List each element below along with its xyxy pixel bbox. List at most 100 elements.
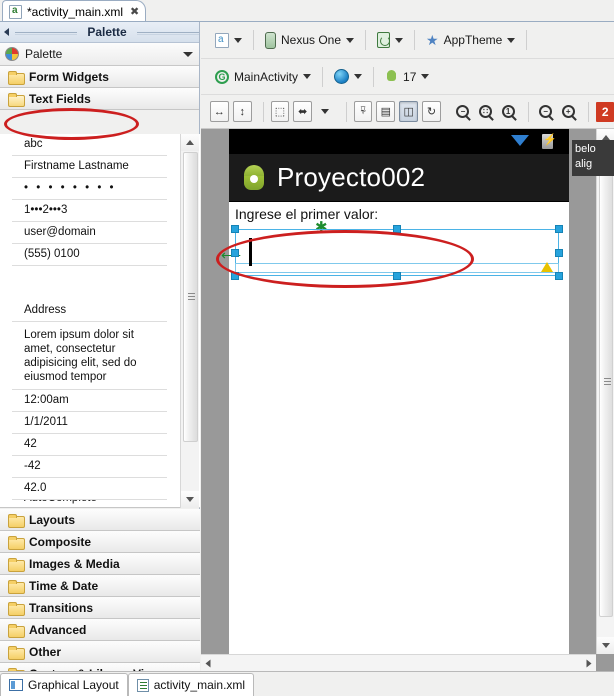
- palette-item-person-name[interactable]: Firstname Lastname: [12, 156, 167, 178]
- caret-down-icon[interactable]: [303, 74, 312, 79]
- activity-content[interactable]: Ingrese el primer valor: ✱ ⟵: [221, 202, 569, 654]
- folder-icon: [8, 535, 25, 550]
- android-icon: [385, 69, 398, 84]
- palette-disc-icon: [5, 47, 19, 61]
- eclipse-adt-window: *activity_main.xml ✖ Palette Palette For…: [0, 0, 614, 696]
- device-selector[interactable]: Nexus One: [261, 29, 358, 52]
- palette-item-time[interactable]: 12:00am: [12, 390, 167, 412]
- edit-text-widget[interactable]: ✱ ⟵: [221, 219, 563, 280]
- caret-down-icon[interactable]: [346, 37, 355, 43]
- editor-toolbar-row-1: Nexus One ★ AppTheme: [201, 22, 614, 59]
- refresh-layout-button[interactable]: ↻: [422, 101, 441, 122]
- match-height-button[interactable]: ↕: [232, 101, 252, 122]
- palette-item-autocomplete[interactable]: AutoComplete: [12, 500, 167, 507]
- caret-down-icon[interactable]: [234, 37, 242, 43]
- android-robot-icon: [241, 164, 267, 192]
- toolbar-separator: [322, 66, 324, 87]
- palette-item-number-signed[interactable]: -42: [12, 456, 167, 478]
- config-chooser-button[interactable]: [211, 30, 246, 51]
- resize-handle-top-right[interactable]: [555, 225, 563, 233]
- show-included-button[interactable]: ⬌: [293, 101, 313, 122]
- api-level-selector[interactable]: 17: [381, 67, 433, 87]
- zoom-100-button[interactable]: 1: [499, 101, 518, 122]
- warning-triangle-icon[interactable]: [541, 262, 553, 272]
- resize-handle-middle-left[interactable]: [231, 248, 239, 257]
- palette-category-advanced[interactable]: Advanced: [0, 619, 200, 641]
- editor-tab-activity-main-xml[interactable]: *activity_main.xml ✖: [2, 0, 147, 22]
- palette-item-multiline-text[interactable]: Lorem ipsum dolor sit amet, consectetur …: [12, 322, 167, 390]
- align-left-button[interactable]: ⍫: [353, 101, 373, 122]
- palette-item-date[interactable]: 1/1/2011: [12, 412, 167, 434]
- zoom-fit-button[interactable]: −: [454, 101, 473, 122]
- close-icon[interactable]: ✖: [130, 5, 139, 18]
- scroll-down-arrow-icon[interactable]: [181, 491, 199, 508]
- folder-icon: [8, 579, 25, 594]
- resize-handle-bottom-left[interactable]: [231, 272, 239, 280]
- distribute-dropdown[interactable]: [316, 101, 335, 122]
- align-selected-button[interactable]: ◫: [399, 101, 419, 122]
- resize-handle-middle-right[interactable]: [555, 248, 563, 257]
- folder-icon: [8, 623, 25, 638]
- palette-category-other[interactable]: Other: [0, 641, 200, 663]
- palette-item-plain-text[interactable]: abc: [12, 134, 167, 156]
- orientation-selector[interactable]: [373, 29, 407, 51]
- activity-selector[interactable]: G MainActivity: [211, 67, 315, 87]
- error-count-badge[interactable]: 2: [596, 101, 614, 122]
- palette-category-layouts[interactable]: Layouts: [0, 509, 200, 531]
- palette-panel-title: Palette: [87, 25, 127, 39]
- palette-scrollbar-thumb[interactable]: [183, 152, 198, 442]
- scroll-up-arrow-icon[interactable]: [181, 134, 199, 151]
- palette-item-password-numeric[interactable]: 1•••2•••3: [12, 200, 167, 222]
- align-center-button[interactable]: ▤: [376, 101, 396, 122]
- resize-handle-bottom-right[interactable]: [555, 272, 563, 280]
- scroll-down-arrow-icon[interactable]: [597, 637, 614, 654]
- theme-selector[interactable]: ★ AppTheme: [422, 30, 519, 50]
- android-status-bar: [229, 129, 569, 154]
- device-preview[interactable]: Proyecto002 Ingrese el primer valor: ✱ ⟵: [221, 129, 569, 654]
- layout-canvas[interactable]: Proyecto002 Ingrese el primer valor: ✱ ⟵: [201, 129, 614, 671]
- palette-category-images-media[interactable]: Images & Media: [0, 553, 200, 575]
- caret-down-icon[interactable]: [421, 74, 430, 79]
- caret-down-icon[interactable]: [395, 37, 404, 43]
- resize-handle-bottom-middle[interactable]: [393, 272, 401, 280]
- palette-category-time-date[interactable]: Time & Date: [0, 575, 200, 597]
- palette-category-label: Layouts: [29, 512, 76, 527]
- toolbar-separator: [526, 30, 528, 50]
- show-outline-button[interactable]: ⬚: [270, 101, 290, 122]
- folder-icon: [8, 645, 25, 660]
- palette-item-phone[interactable]: (555) 0100: [12, 244, 167, 266]
- match-width-button[interactable]: ↔: [210, 101, 229, 122]
- tab-xml-source[interactable]: activity_main.xml: [127, 673, 255, 696]
- editor-toolbar-row-2: G MainActivity 17: [201, 59, 614, 95]
- canvas-vertical-scrollbar[interactable]: [596, 129, 614, 654]
- resize-handle-top-middle[interactable]: [393, 225, 401, 233]
- palette-scrollbar[interactable]: [180, 134, 199, 508]
- scroll-right-arrow-icon[interactable]: [586, 659, 592, 667]
- canvas-horizontal-scrollbar[interactable]: [201, 654, 596, 671]
- palette-category-transitions[interactable]: Transitions: [0, 597, 200, 619]
- caret-down-icon[interactable]: [507, 37, 516, 43]
- palette-item-postal-address[interactable]: Address: [12, 266, 167, 322]
- palette-widget-list[interactable]: abc Firstname Lastname • • • • • • • • 1…: [0, 134, 200, 508]
- locale-selector[interactable]: [330, 66, 366, 87]
- zoom-fit-selection-button[interactable]: ∷: [476, 101, 495, 122]
- palette-item-number-decimal[interactable]: 42.0: [12, 478, 167, 500]
- palette-category-label: Time & Date: [29, 578, 99, 593]
- palette-category-text-fields[interactable]: Text Fields: [0, 88, 199, 110]
- palette-item-password[interactable]: • • • • • • • •: [12, 178, 167, 200]
- left-arrow-icon[interactable]: [4, 28, 9, 36]
- scroll-left-arrow-icon[interactable]: [205, 659, 211, 667]
- caret-down-icon[interactable]: [354, 74, 363, 79]
- canvas-vscroll-thumb[interactable]: [599, 147, 613, 617]
- zoom-in-button[interactable]: +: [559, 101, 578, 122]
- zoom-out-button[interactable]: −: [536, 101, 555, 122]
- palette-item-email[interactable]: user@domain: [12, 222, 167, 244]
- chevron-down-icon[interactable]: [183, 51, 193, 57]
- palette-header[interactable]: Palette: [0, 43, 199, 66]
- palette-category-composite[interactable]: Composite: [0, 531, 200, 553]
- hint-text-view[interactable]: Ingrese el primer valor:: [235, 206, 378, 222]
- tab-graphical-layout[interactable]: Graphical Layout: [0, 673, 128, 696]
- palette-category-form-widgets[interactable]: Form Widgets: [0, 66, 199, 88]
- resize-handle-top-left[interactable]: [231, 225, 239, 233]
- palette-item-number[interactable]: 42: [12, 434, 167, 456]
